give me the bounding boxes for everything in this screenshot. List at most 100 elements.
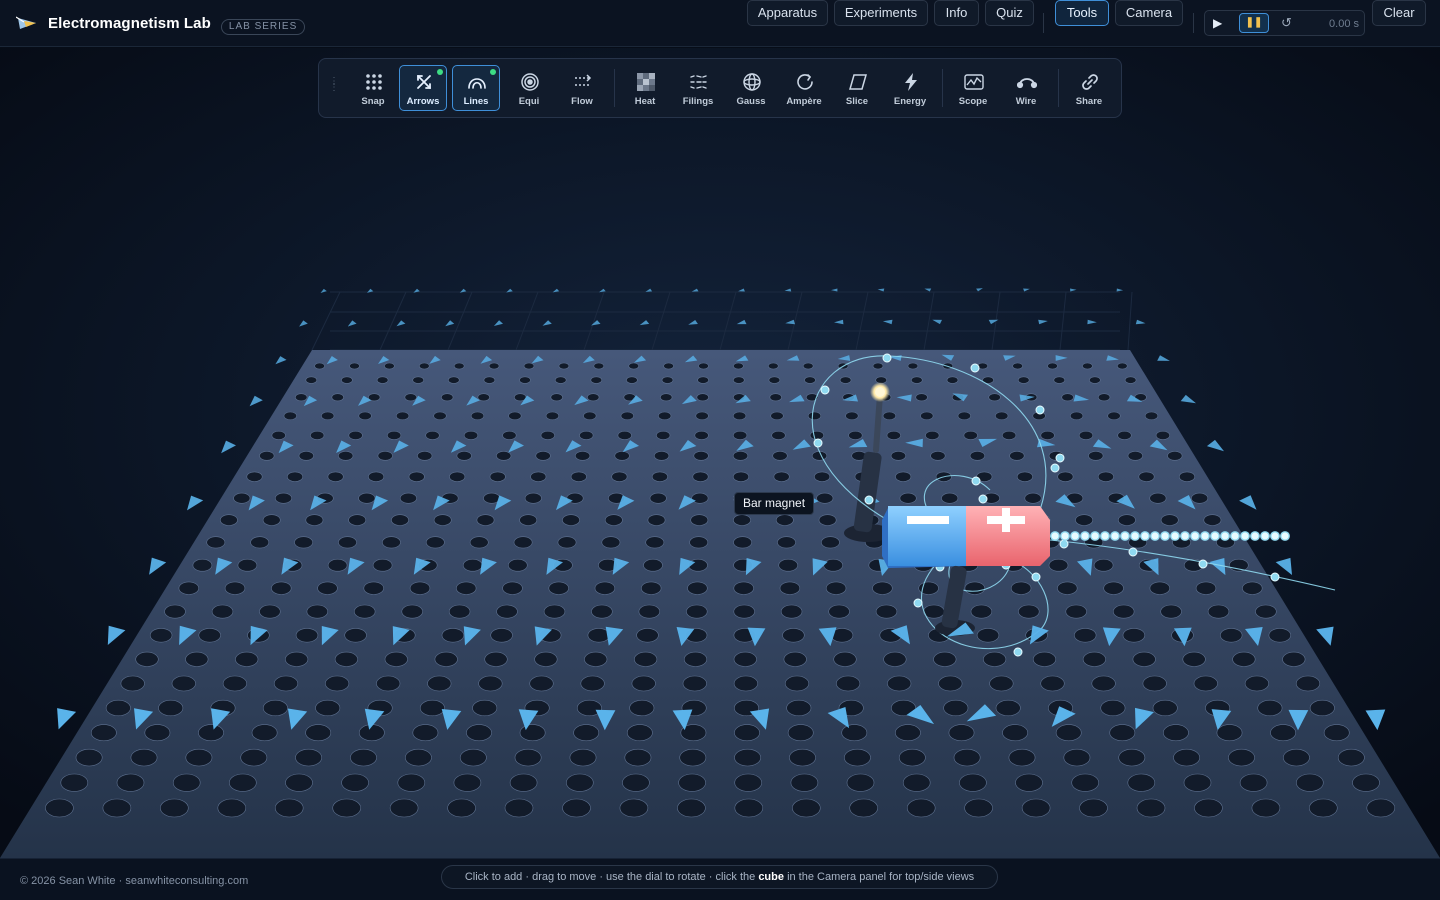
chain-dot [1090,531,1100,541]
tool-filings-button[interactable]: Filings [674,65,722,111]
tool-share-button[interactable]: Share [1065,65,1113,111]
tool-label: Wire [1015,96,1037,107]
tool-scope-button[interactable]: Scope [949,65,997,111]
field-line-marker [1128,547,1138,557]
tool-slice-button[interactable]: Slice [833,65,881,111]
nav-experiments-button[interactable]: Experiments [834,0,928,26]
chain-dot [1250,531,1260,541]
south-plus-symbol-vertical [1002,508,1010,532]
tool-gauss-button[interactable]: Gauss [727,65,775,111]
clear-button[interactable]: Clear [1372,0,1426,26]
top-bar: Electromagnetism Lab LAB SERIES Apparatu… [0,0,1440,47]
tool-label: Equi [518,96,540,107]
tool-arrows-button[interactable]: Arrows [399,65,447,111]
play-icon[interactable]: ▶ [1213,15,1225,31]
chain-dot [1150,531,1160,541]
tool-flow-button[interactable]: Flow [558,65,606,111]
chain-dot [1080,531,1090,541]
app-title: Electromagnetism Lab [48,14,211,32]
chain-dot [1050,531,1060,541]
bar-magnet-tooltip: Bar magnet [734,492,815,515]
field-line-marker [820,385,830,395]
toolbar-divider [942,69,943,107]
chain-dot [1280,531,1290,541]
chain-dot [1110,531,1120,541]
tool-label: Scope [958,96,988,107]
chain-dot [1170,531,1180,541]
chain-dot [1200,531,1210,541]
scene-canvas[interactable] [0,48,1440,858]
hint-text: Click to add · drag to move · use the di… [464,871,756,883]
tool-energy-button[interactable]: Energy [886,65,934,111]
tool-equi-button[interactable]: Equi [505,65,553,111]
reset-icon[interactable]: ↺ [1281,14,1295,32]
tool-snap-button[interactable]: Snap [349,65,397,111]
tools-toolbar: ⋮ ⋮ Snap Arrows Lines Equi Flow Heat Fil… [318,58,1122,118]
pause-button[interactable]: ❚❚ [1239,13,1269,33]
tool-label: Lines [463,96,489,107]
chain-dot [1190,531,1200,541]
drag-handle-icon[interactable]: ⋮ ⋮ [329,77,339,97]
chain-dot [1220,531,1230,541]
tool-label: Energy [893,96,927,107]
tool-label: Flow [571,96,593,107]
pause-icon: ❚❚ [1245,17,1263,28]
hint-bold: cube [758,871,784,883]
tool-wire-button[interactable]: Wire [1002,65,1050,111]
lightning-icon [905,73,917,91]
toolbar-divider [1058,69,1059,107]
tool-ampere-button[interactable]: Ampère [780,65,828,111]
series-badge: LAB SERIES [220,18,306,35]
oscilloscope-icon [964,74,984,90]
field-line-marker [1031,572,1041,582]
nav-tools-button[interactable]: Tools [1055,0,1109,26]
field-lines-icon [468,78,486,89]
tool-lines-button[interactable]: Lines [452,65,500,111]
arrows-icon [417,75,431,89]
slice-plane-icon [849,74,867,90]
chain-dot [1230,531,1240,541]
filings-icon [690,75,707,89]
time-readout: 0.00 s [1329,18,1359,30]
grid-dots-icon [366,74,382,90]
footer: © 2026 Sean White · seanwhiteconsulting.… [0,858,1440,900]
nav-apparatus-button[interactable]: Apparatus [747,0,828,26]
tool-label: Gauss [736,96,766,107]
link-icon [1082,74,1098,90]
tool-label: Arrows [406,96,440,107]
chain-dot [1070,531,1080,541]
chain-dot [1130,531,1140,541]
field-line-marker [971,476,981,486]
tool-label: Ampère [786,96,822,107]
nav-quiz-button[interactable]: Quiz [985,0,1034,26]
copyright-text: © 2026 Sean White · seanwhiteconsulting.… [20,875,249,887]
field-line-marker [1013,647,1023,657]
equipotential-icon [521,73,539,91]
nav-divider [1193,13,1194,33]
heatmap-icon [637,73,655,91]
tool-label: Share [1075,96,1103,107]
magnet-north-pole [888,506,970,566]
gauss-sphere-icon [743,73,761,91]
field-line-marker [813,438,823,448]
scene-viewport[interactable] [0,48,1440,858]
nav-camera-button[interactable]: Camera [1115,0,1183,26]
tool-label: Snap [361,96,385,107]
active-indicator [437,69,443,75]
chain-dot [1270,531,1280,541]
nav-info-button[interactable]: Info [934,0,979,26]
field-line-marker [1055,453,1065,463]
chain-dot [1120,531,1130,541]
field-line-marker [1270,572,1280,582]
wire-icon [1017,78,1037,89]
tool-heat-button[interactable]: Heat [621,65,669,111]
chain-dot [1240,531,1250,541]
tool-label: Filings [682,96,714,107]
tool-label: Slice [845,96,869,107]
chain-dot [1060,531,1070,541]
hint-text-end: in the Camera panel for top/side views [787,871,975,883]
active-indicator [490,69,496,75]
flow-icon [575,74,592,86]
bar-magnet[interactable] [882,506,1050,568]
field-line-marker [1198,559,1208,569]
